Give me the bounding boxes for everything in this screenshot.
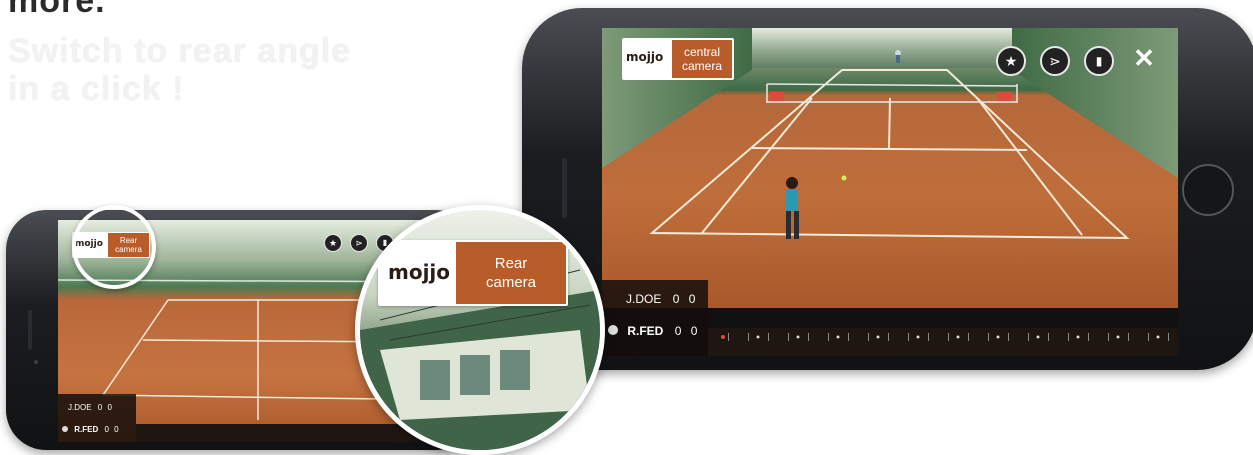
headline-line-1: Switch to rear angle — [8, 32, 352, 70]
player2-name: R.FED — [627, 324, 664, 338]
comment-icon[interactable]: ▮ — [1084, 46, 1114, 76]
player1-name: J.DOE — [626, 292, 662, 306]
star-icon[interactable]: ★ — [996, 46, 1026, 76]
zoom-camera-chip: mojjo Rear camera — [378, 240, 568, 306]
small-player1-name: J.DOE — [68, 403, 92, 412]
central-camera-button[interactable]: central camera — [672, 40, 732, 78]
small-score-row-1: J.DOE 0 0 — [68, 403, 112, 412]
tennis-ball-icon — [608, 325, 618, 335]
player1-score-2: 0 — [688, 292, 696, 306]
highlight-ring — [72, 205, 156, 289]
zoom-mojjo-logo: mojjo — [388, 260, 451, 284]
headline: Switch to rear angle in a click ! — [8, 32, 351, 108]
main-screen: mojjo central camera ★ ⋗ ▮ ✕ J.DOE 0 0 R… — [602, 28, 1178, 356]
zoom-rear-camera-button[interactable]: Rear camera — [456, 242, 566, 304]
small-player1-score-2: 0 — [107, 403, 112, 412]
small-score-row-2: R.FED 0 0 — [62, 425, 119, 434]
small-player2-name: R.FED — [74, 425, 99, 434]
video-frame[interactable]: mojjo central camera ★ ⋗ ▮ ✕ — [602, 28, 1178, 308]
main-phone: mojjo central camera ★ ⋗ ▮ ✕ J.DOE 0 0 R… — [522, 8, 1253, 370]
headline-fragment: more. — [8, 0, 106, 20]
small-tennis-ball-icon — [62, 426, 68, 432]
player1-score-1: 0 — [672, 292, 680, 306]
speaker-slot — [562, 158, 567, 218]
zoom-bubble: mojjo Rear camera — [355, 205, 605, 455]
player2-score-1: 0 — [674, 324, 682, 338]
small-star-icon[interactable]: ★ — [324, 234, 342, 252]
small-player1-score-1: 0 — [97, 403, 103, 412]
small-player2-score-2: 0 — [114, 425, 119, 434]
camera-chip: mojjo central camera — [622, 38, 734, 80]
small-player2-score-1: 0 — [104, 425, 109, 434]
scoreboard: J.DOE 0 0 R.FED 0 0 — [602, 280, 708, 356]
close-icon[interactable]: ✕ — [1130, 44, 1158, 72]
score-row-1: J.DOE 0 0 — [626, 292, 695, 306]
small-speaker-slot — [28, 310, 32, 350]
timeline-ticks — [721, 333, 1169, 341]
timeline-scrubber[interactable] — [708, 328, 1178, 356]
small-camera-dot — [34, 360, 38, 364]
share-icon[interactable]: ⋗ — [1040, 46, 1070, 76]
score-row-2: R.FED 0 0 — [608, 324, 697, 338]
headline-line-2: in a click ! — [8, 70, 185, 108]
small-scoreboard: J.DOE 0 0 R.FED 0 0 — [58, 394, 136, 442]
mojjo-logo: mojjo — [626, 50, 664, 64]
player2-score-2: 0 — [690, 324, 698, 338]
home-button[interactable] — [1182, 164, 1234, 216]
